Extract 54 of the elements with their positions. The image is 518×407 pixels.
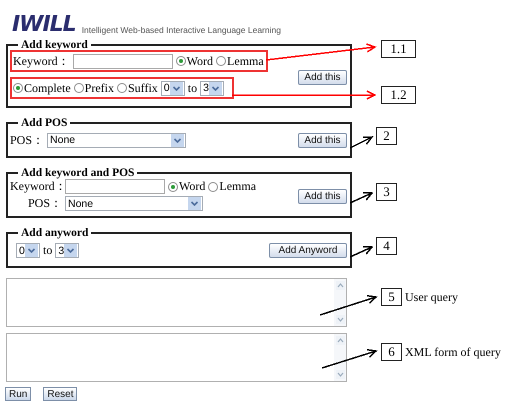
scroll-down-icon[interactable] — [336, 315, 344, 324]
tagline: Intelligent Web-based Interactive Language Learning — [82, 25, 281, 36]
callout-label: 5 — [381, 288, 402, 306]
field-label: POS： — [26, 195, 62, 212]
add-button[interactable]: Add this — [298, 188, 347, 204]
dropdown[interactable]: 0 — [16, 243, 40, 258]
text-input[interactable] — [72, 54, 173, 68]
section-title: Add keyword and POS — [20, 168, 136, 178]
field-label: Keyword： — [13, 52, 70, 70]
callout-caption: User query — [405, 290, 458, 304]
radio-option[interactable]: Word — [176, 54, 214, 68]
callout-label: 2 — [376, 127, 397, 145]
radio-option[interactable]: Word — [168, 179, 206, 194]
text-area[interactable] — [6, 278, 347, 327]
action-button[interactable]: Run — [5, 387, 32, 401]
callout-label: 1.2 — [381, 86, 416, 104]
caret-icon — [170, 82, 183, 94]
callout-label: 6 — [381, 343, 402, 361]
range-label: to — [188, 80, 198, 96]
caret-icon — [209, 82, 222, 94]
scroll-down-icon[interactable] — [336, 370, 344, 379]
field-label: POS： — [10, 132, 44, 148]
dropdown[interactable]: 3 — [200, 80, 224, 96]
section-title: Add anyword — [20, 228, 90, 238]
callout-caption: XML form of query — [405, 344, 501, 360]
callout-label: 1.1 — [381, 40, 416, 58]
dropdown[interactable]: None — [65, 196, 203, 211]
caret-icon — [64, 244, 78, 257]
text-input[interactable] — [65, 179, 165, 194]
callout-label: 3 — [376, 183, 397, 201]
caret-icon — [25, 244, 38, 257]
scroll-up-icon[interactable] — [336, 281, 344, 290]
scroll-up-icon[interactable] — [336, 336, 344, 345]
logo: IWILL — [12, 14, 76, 36]
field-label: Keyword： — [10, 178, 62, 195]
radio-option[interactable]: Complete — [13, 80, 71, 96]
caret-icon — [188, 197, 201, 210]
section-title: Add keyword — [20, 40, 89, 50]
callout-label: 4 — [376, 237, 397, 255]
add-button[interactable]: Add this — [298, 70, 347, 85]
text-area[interactable] — [6, 333, 347, 382]
dropdown[interactable]: None — [47, 132, 186, 148]
action-button[interactable]: Reset — [43, 387, 78, 401]
radio-option[interactable]: Lemma — [216, 54, 264, 68]
dropdown[interactable]: 3 — [55, 243, 80, 258]
radio-option[interactable]: Prefix — [74, 80, 114, 96]
radio-option[interactable]: Lemma — [208, 179, 256, 194]
radio-option[interactable]: Suffix — [117, 80, 158, 96]
range-label: to — [43, 243, 52, 258]
add-button[interactable]: Add this — [298, 132, 347, 148]
dropdown[interactable]: 0 — [160, 80, 185, 96]
add-button[interactable]: Add Anyword — [269, 243, 347, 258]
caret-icon — [171, 134, 184, 146]
section-title: Add POS — [20, 118, 68, 128]
